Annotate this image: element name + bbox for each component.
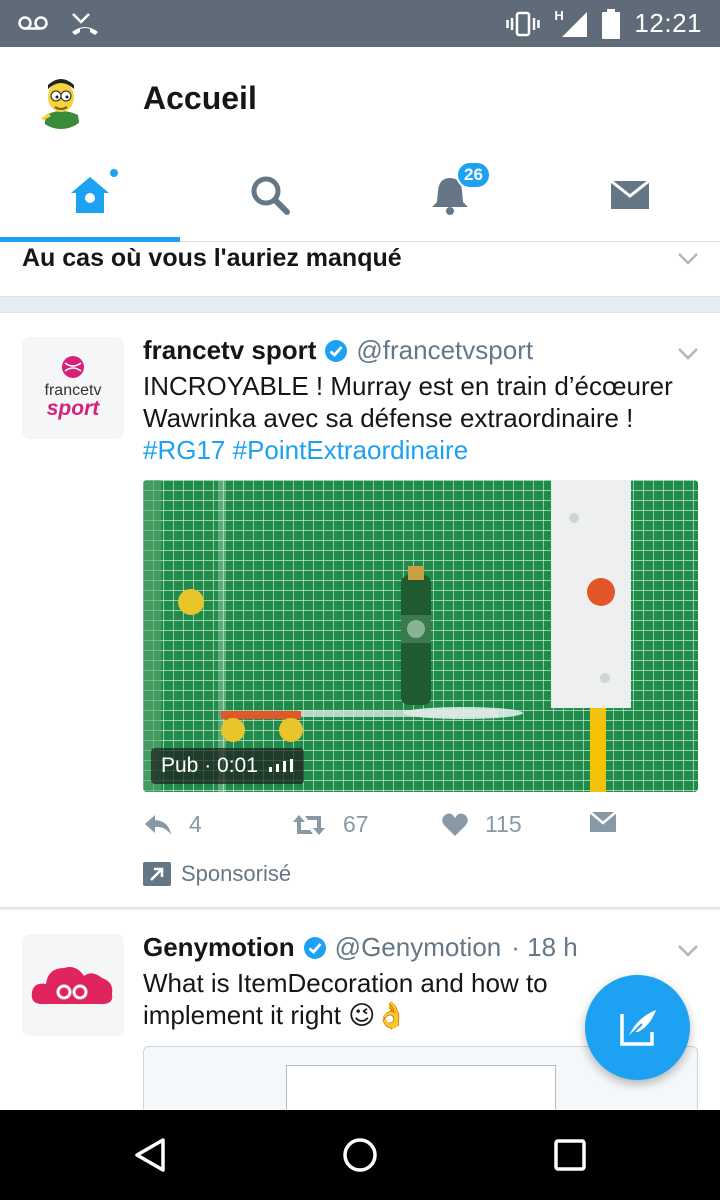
notifications-badge: 26 [456, 161, 491, 189]
tweet-header: Genymotion @Genymotion · 18 h [143, 932, 578, 963]
chevron-down-icon[interactable] [677, 252, 699, 266]
retweet-icon [293, 814, 325, 835]
missed-section-header[interactable]: Au cas où vous l'auriez manqué [0, 242, 720, 297]
retweet-count: 67 [343, 811, 369, 837]
like-count: 115 [485, 811, 522, 837]
tweet-body: INCROYABLE ! Murray est en train d’écœur… [143, 371, 673, 433]
tweet-video[interactable]: Pub · 0:01 [143, 480, 698, 792]
tab-notifications[interactable] [360, 147, 540, 242]
author-name[interactable]: Genymotion [143, 932, 295, 963]
reply-count: 4 [189, 811, 202, 837]
nav-home-button[interactable] [300, 1110, 420, 1200]
home-icon [71, 176, 109, 213]
ad-duration-label: Pub · 0:01 [151, 748, 304, 784]
dm-share-button[interactable] [589, 811, 617, 833]
new-content-dot [108, 167, 120, 179]
status-bar: H 12:21 [0, 0, 720, 47]
page-title: Accueil [143, 80, 257, 116]
compose-quill-icon [619, 1009, 656, 1046]
avatar-brand-subtext: sport [47, 397, 101, 420]
nav-recents-button[interactable] [510, 1110, 630, 1200]
nav-back-button[interactable] [90, 1110, 210, 1200]
tab-home[interactable] [0, 147, 180, 242]
reply-button[interactable]: 4 [143, 811, 202, 838]
promoted-arrow-icon [143, 862, 171, 886]
ad-duration-text: Pub · 0:01 [161, 754, 258, 777]
user-avatar[interactable] [32, 71, 90, 129]
sponsored-text: Sponsorisé [181, 861, 292, 886]
link-preview-image [286, 1065, 556, 1111]
heart-icon [442, 813, 468, 836]
tweet-card[interactable]: francetv sport francetv sport @francetvs… [0, 312, 720, 908]
battery-icon [602, 8, 621, 39]
tab-messages[interactable] [540, 147, 720, 242]
app-header: Accueil 26 [0, 47, 720, 242]
tweet-text: INCROYABLE ! Murray est en train d’écœur… [143, 370, 703, 466]
author-handle[interactable]: @francetvsport [356, 335, 533, 366]
tweet-timestamp: · 18 h [511, 932, 578, 962]
missed-call-icon [72, 13, 98, 35]
recents-square-icon [554, 1139, 586, 1171]
like-button[interactable]: 115 [441, 811, 522, 838]
author-name[interactable]: francetv sport [143, 335, 316, 366]
back-triangle-icon [135, 1138, 165, 1172]
tweet-body: What is ItemDecoration and how to implem… [143, 968, 548, 1030]
system-navigation-bar [0, 1110, 720, 1200]
reply-icon [145, 814, 171, 835]
envelope-icon [610, 179, 650, 209]
retweet-button[interactable]: 67 [291, 811, 369, 838]
tweet-emoji: 😉👌 [348, 1000, 408, 1030]
vibrate-icon [506, 11, 541, 36]
tweet-author-avatar[interactable]: francetv sport [22, 337, 124, 439]
verified-badge-icon [325, 339, 348, 362]
missed-section-title: Au cas où vous l'auriez manqué [22, 244, 402, 272]
voicemail-icon [18, 16, 48, 30]
verified-badge-icon [303, 936, 326, 959]
tweet-actions: 4 67 115 [143, 811, 703, 847]
tweet-text: What is ItemDecoration and how to implem… [143, 967, 583, 1031]
signal-icon: H [554, 8, 588, 38]
tweet-header: francetv sport @francetvsport [143, 335, 533, 366]
envelope-icon [589, 811, 617, 832]
tweet-menu-chevron-icon[interactable] [677, 347, 699, 361]
search-icon [251, 176, 290, 215]
tweet-author-avatar[interactable] [22, 934, 124, 1036]
volume-bars-icon [268, 759, 293, 772]
home-circle-icon [343, 1138, 377, 1172]
compose-tweet-button[interactable] [585, 975, 690, 1080]
tweet-menu-chevron-icon[interactable] [677, 944, 699, 958]
tab-search[interactable] [180, 147, 360, 242]
tab-bar: 26 [0, 147, 720, 242]
tweet-hashtags[interactable]: #RG17 #PointExtraordinaire [143, 435, 468, 465]
promoted-label[interactable]: Sponsorisé [143, 861, 291, 887]
author-handle[interactable]: @Genymotion [335, 932, 502, 963]
clock: 12:21 [634, 8, 702, 38]
